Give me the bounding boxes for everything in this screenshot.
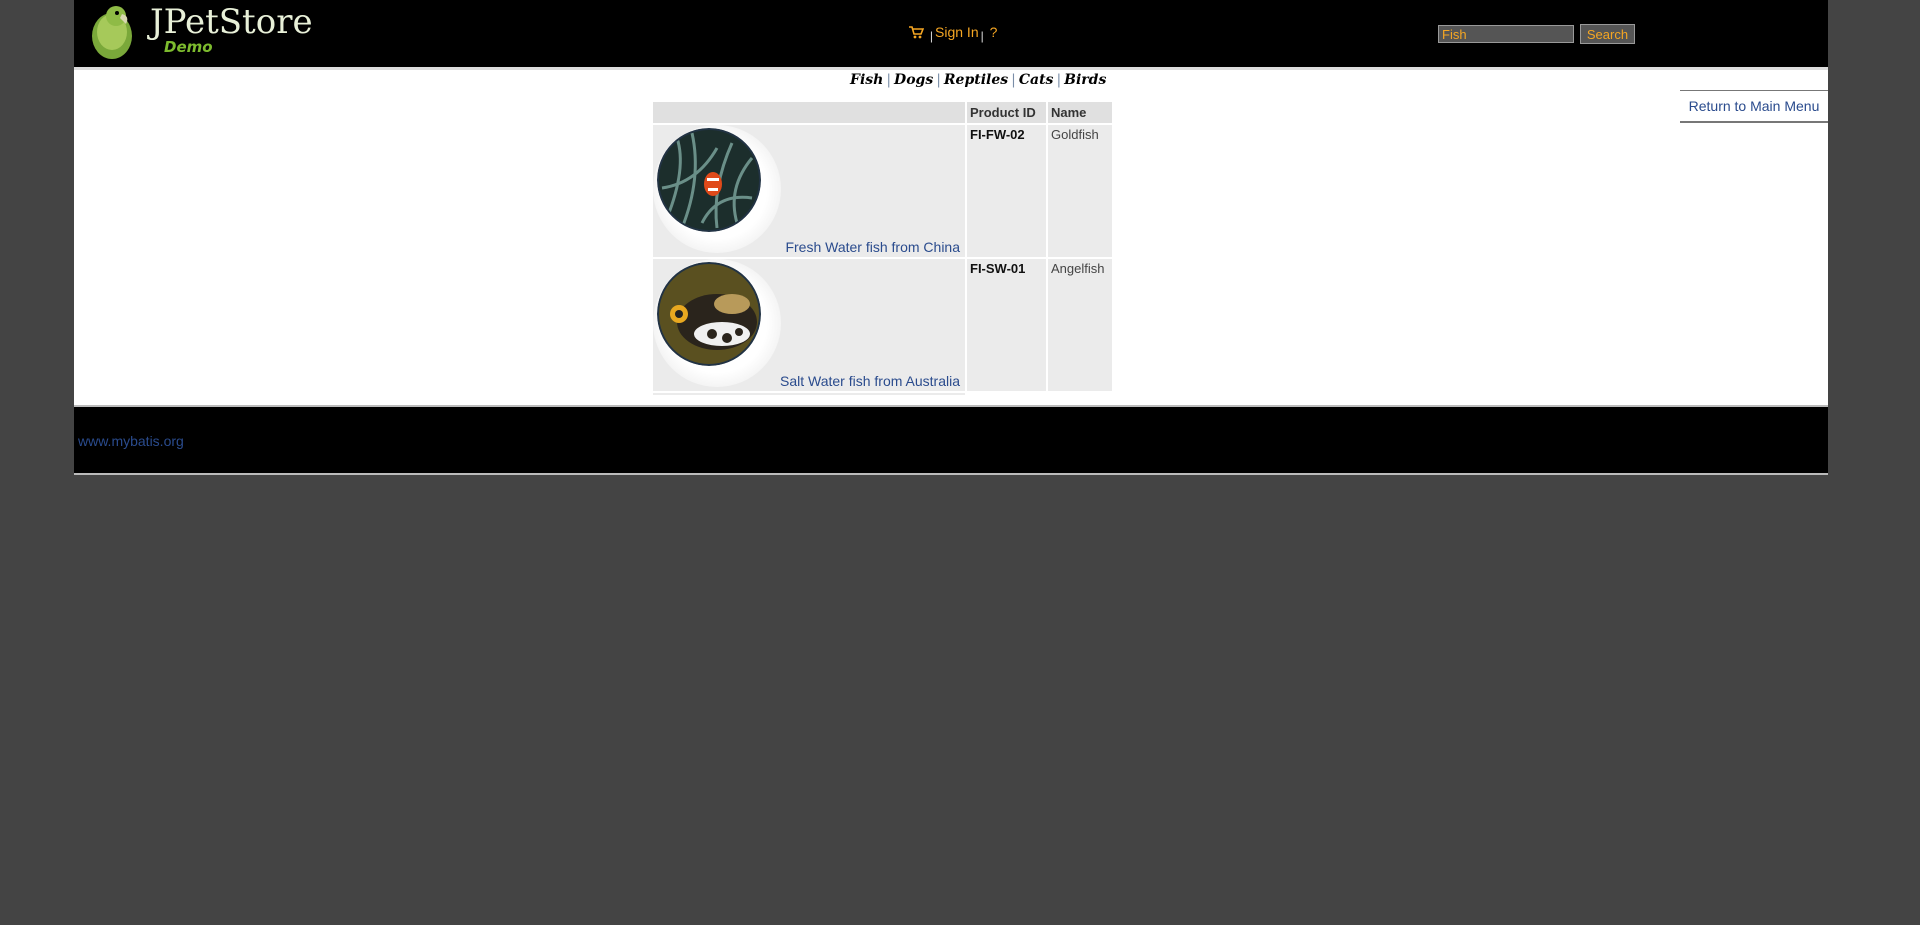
table-footer-row xyxy=(653,393,1112,395)
empty-cell xyxy=(653,393,965,395)
parrot-logo-icon xyxy=(92,6,132,59)
product-name-cell: Angelfish xyxy=(1048,259,1112,391)
quicklink-birds[interactable]: Birds xyxy=(1064,72,1106,88)
column-header-name: Name xyxy=(1048,102,1112,123)
page-wrapper: JPetStore Demo |Sign In| ? Search Fish|D… xyxy=(74,0,1828,475)
product-description-link[interactable]: Fresh Water fish from China xyxy=(785,239,960,255)
main-content: Fish | Dogs | Reptiles | Cats | Birds Return to … xyxy=(74,70,1828,405)
logo-subtitle: Demo xyxy=(164,38,213,56)
return-to-main-menu-link[interactable]: Return to Main Menu xyxy=(1689,98,1820,114)
quicklink-separator: | xyxy=(1056,72,1062,88)
header-menu: | Sign In | ? xyxy=(908,24,998,43)
header: JPetStore Demo |Sign In| ? Search xyxy=(74,0,1828,70)
triggerfish-image xyxy=(653,259,781,387)
table-row: Salt Water fish from Australia FI-SW-01 … xyxy=(653,259,1112,391)
search-button[interactable]: Search xyxy=(1579,24,1636,44)
product-description-link[interactable]: Salt Water fish from Australia xyxy=(780,373,960,389)
quicklink-separator: | xyxy=(886,72,892,88)
quicklink-separator: | xyxy=(936,72,941,88)
shopping-cart-icon[interactable] xyxy=(908,25,925,39)
quicklink-separator: | xyxy=(1011,72,1016,88)
search-input[interactable] xyxy=(1438,25,1574,43)
product-table: Product ID Name Fresh Water fish from Ch… xyxy=(651,100,1114,397)
footer: www.mybatis.org xyxy=(74,405,1828,475)
back-link-container: Return to Main Menu xyxy=(1680,90,1828,123)
help-link[interactable]: ? xyxy=(990,24,998,40)
logo-title: JPetStore xyxy=(150,2,313,42)
category-quicklinks: Fish | Dogs | Reptiles | Cats | Birds xyxy=(850,72,1106,88)
logo[interactable]: JPetStore Demo xyxy=(84,2,313,60)
product-name-cell: Goldfish xyxy=(1048,125,1112,257)
search-form: Search xyxy=(1438,24,1636,44)
quicklink-cats[interactable]: Cats xyxy=(1019,72,1054,88)
sign-in-link[interactable]: Sign In xyxy=(935,24,979,40)
product-image-cell: Fresh Water fish from China xyxy=(653,125,965,257)
column-header-image xyxy=(653,102,965,123)
clownfish-image xyxy=(653,125,781,253)
menu-separator: | xyxy=(980,29,984,43)
table-header-row: Product ID Name xyxy=(653,102,1112,123)
product-id-cell[interactable]: FI-FW-02 xyxy=(967,125,1046,257)
quicklink-fish[interactable]: Fish xyxy=(850,72,883,88)
table-row: Fresh Water fish from China FI-FW-02 Gol… xyxy=(653,125,1112,257)
product-image-cell: Salt Water fish from Australia xyxy=(653,259,965,391)
quicklink-reptiles[interactable]: Reptiles xyxy=(944,72,1008,88)
product-id-cell[interactable]: FI-SW-01 xyxy=(967,259,1046,391)
column-header-product-id: Product ID xyxy=(967,102,1046,123)
quicklink-dogs[interactable]: Dogs xyxy=(894,72,933,88)
menu-separator: | xyxy=(929,29,934,43)
mybatis-link[interactable]: www.mybatis.org xyxy=(78,433,184,449)
